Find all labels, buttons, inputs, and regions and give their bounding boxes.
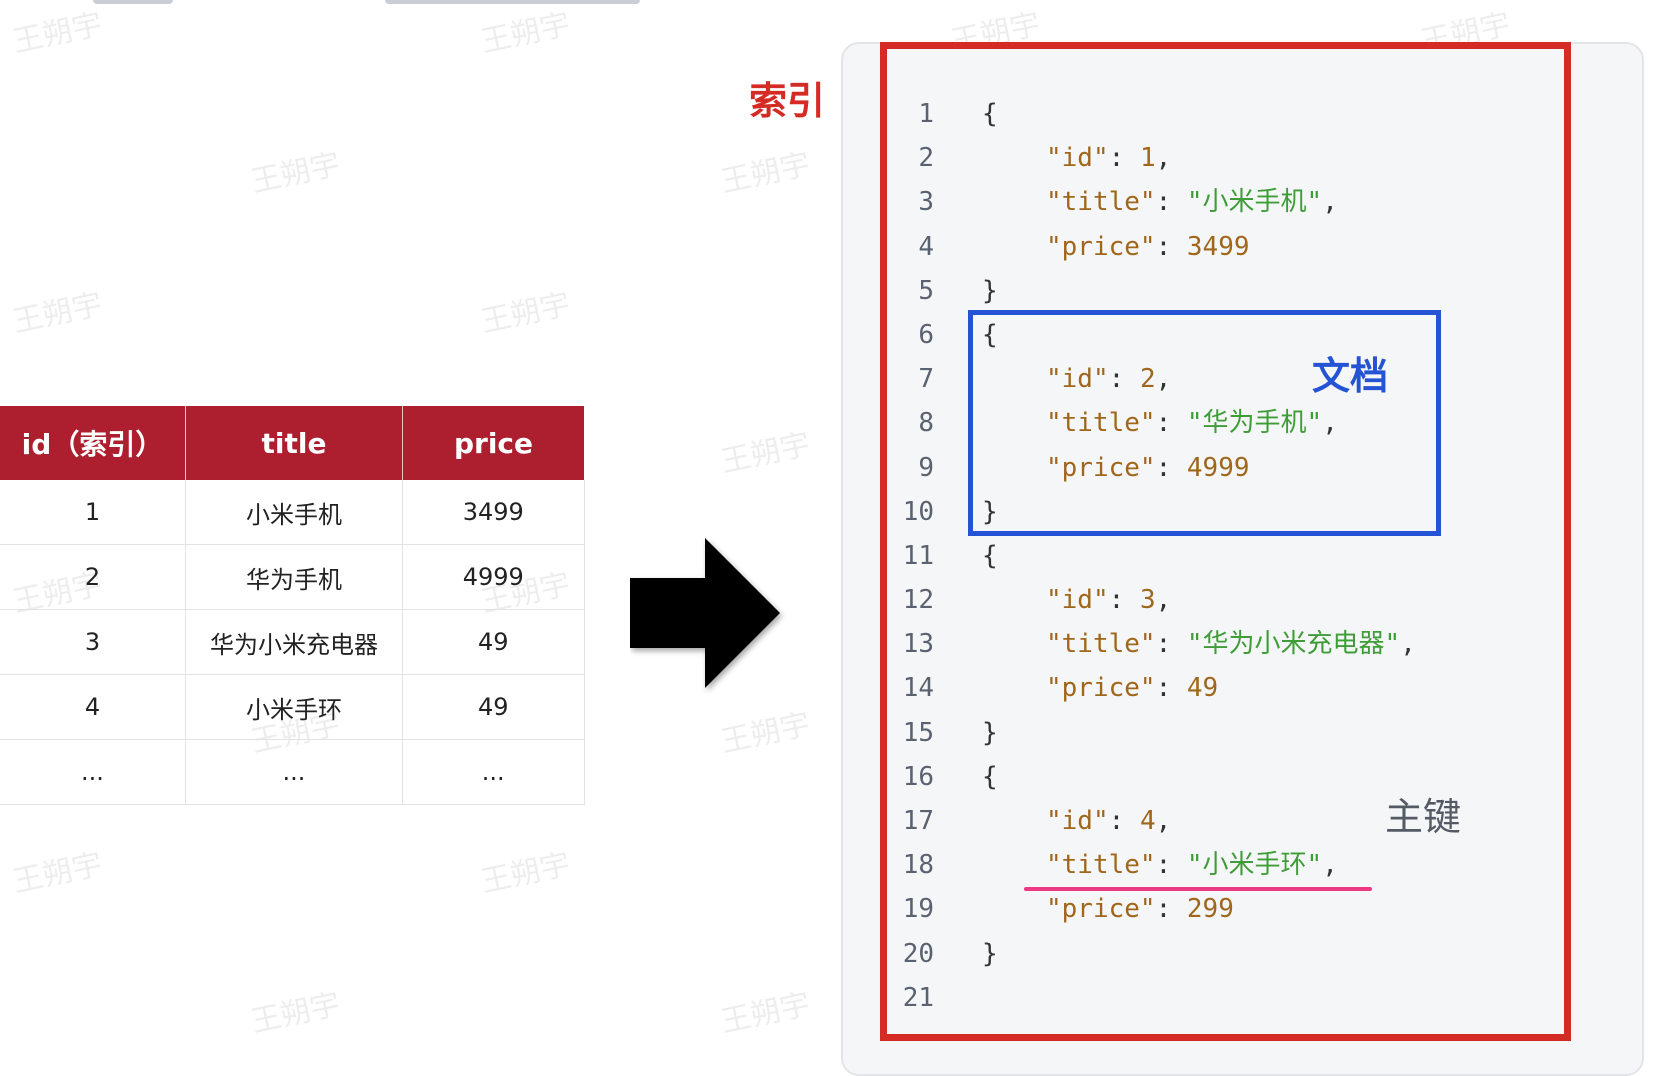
- cell-title: 华为小米充电器: [185, 609, 403, 675]
- cell-title: 小米手环: [185, 674, 403, 740]
- cell-id: 3: [0, 609, 186, 675]
- watermark-text: 王朔宇: [718, 426, 814, 480]
- cell-id: ...: [0, 739, 186, 805]
- cell-title: ...: [185, 739, 403, 805]
- cell-price: 49: [402, 609, 585, 675]
- cell-price: ...: [402, 739, 585, 805]
- watermark-text: 王朔宇: [248, 986, 344, 1040]
- watermark-text: 王朔宇: [10, 846, 106, 900]
- table-row: 1 小米手机 3499: [0, 480, 585, 545]
- watermark-text: 王朔宇: [718, 146, 814, 200]
- primary-key-label: 主键: [1385, 795, 1462, 839]
- watermark-text: 王朔宇: [718, 706, 814, 760]
- table-row: 3 华为小米充电器 49: [0, 609, 585, 675]
- cell-title: 小米手机: [185, 480, 403, 545]
- watermark-text: 王朔宇: [478, 6, 574, 60]
- index-highlight-box: [880, 42, 1571, 1041]
- index-label: 索引: [749, 79, 826, 123]
- cell-id: 4: [0, 674, 186, 740]
- table-row: ... ... ...: [0, 739, 585, 805]
- diagram-root: 王朔宇 王朔宇 王朔宇 王朔宇 王朔宇 王朔宇 王朔宇 王朔宇 王朔宇 王朔宇 王朔宇 王朔宇 王朔宇王…: [0, 0, 1656, 1076]
- cell-id: 2: [0, 544, 186, 610]
- cropped-top-bar-right: [385, 0, 640, 4]
- cell-id: 1: [0, 480, 186, 545]
- header-price: price: [402, 406, 584, 480]
- watermark-text: 王朔宇: [478, 286, 574, 340]
- header-id: id（索引）: [0, 406, 186, 480]
- primary-key-underline: [1024, 887, 1372, 891]
- right-arrow-icon: [630, 538, 780, 688]
- cropped-top-bar-left: [93, 0, 173, 4]
- product-table: id（索引） title price 1 小米手机 3499 2 华为手机 49…: [0, 406, 585, 805]
- document-highlight-box: [968, 310, 1441, 536]
- cell-price: 3499: [402, 480, 585, 545]
- watermark-text: 王朔宇: [718, 986, 814, 1040]
- watermark-text: 王朔宇: [10, 6, 106, 60]
- watermark-text: 王朔宇: [10, 286, 106, 340]
- cell-price: 4999: [402, 544, 585, 610]
- document-label: 文档: [1312, 354, 1389, 398]
- cell-title: 华为手机: [185, 544, 403, 610]
- watermark-text: 王朔宇: [478, 846, 574, 900]
- table-row: 4 小米手环 49: [0, 674, 585, 740]
- watermark-text: 王朔宇: [248, 146, 344, 200]
- table-row: 2 华为手机 4999: [0, 544, 585, 610]
- cell-price: 49: [402, 674, 585, 740]
- table-header-row: id（索引） title price: [0, 406, 584, 480]
- header-title: title: [185, 406, 403, 480]
